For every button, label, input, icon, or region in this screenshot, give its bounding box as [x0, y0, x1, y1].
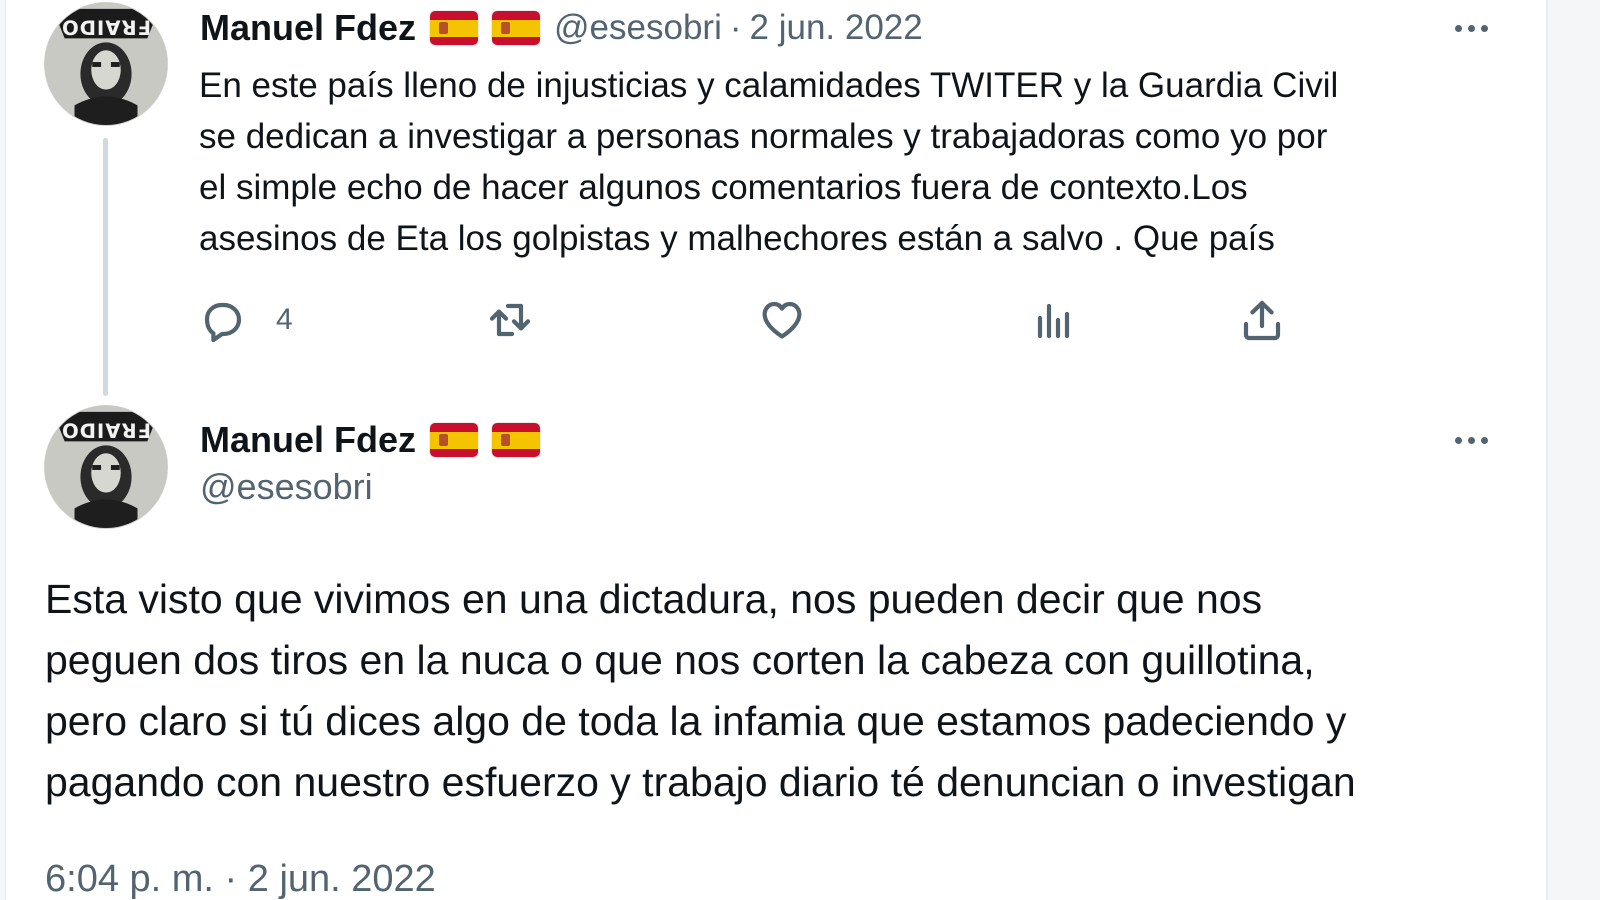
- tweet-action-bar: 4: [198, 296, 1308, 350]
- more-options-button[interactable]: [1446, 425, 1496, 455]
- tweet-timestamp-link[interactable]: 6:04 p. m. · 2 jun. 2022: [45, 858, 436, 900]
- tweet-text-line: asesinos de Eta los golpistas y malhecho…: [199, 219, 1275, 258]
- more-dot: [1454, 24, 1462, 32]
- more-options-button[interactable]: [1446, 13, 1496, 43]
- share-icon: [1243, 300, 1281, 341]
- author-avatar[interactable]: FRAIDO: [44, 2, 168, 126]
- tweet-text-line: se dedican a investigar a personas norma…: [199, 117, 1328, 156]
- spain-flag-icon: [430, 11, 479, 45]
- spain-flag-icon: [492, 11, 541, 45]
- retweet-icon: [489, 303, 531, 337]
- spain-flag-icon: [492, 423, 541, 457]
- tweet-text: En este país lleno de injusticias y cala…: [199, 60, 1338, 264]
- views-button[interactable]: [1030, 296, 1078, 344]
- avatar-lettering: FRAIDO: [61, 419, 151, 442]
- more-dot: [1480, 24, 1488, 32]
- author-handle[interactable]: @esesobri: [554, 8, 722, 48]
- tweet-text-line: En este país lleno de injusticias y cala…: [199, 66, 1339, 105]
- window-right-edge: [1546, 0, 1600, 900]
- author-display-name[interactable]: Manuel Fdez: [200, 419, 416, 461]
- analytics-icon: [1037, 303, 1070, 339]
- author-avatar[interactable]: FRAIDO: [44, 405, 168, 529]
- more-dot: [1454, 436, 1462, 444]
- reply-count: 4: [276, 303, 293, 336]
- tweet-text-line: pagando con nuestro esfuerzo y trabajo d…: [45, 759, 1356, 805]
- reply-icon: [204, 302, 242, 343]
- tweet-text: Esta visto que vivimos en una dictadura,…: [45, 569, 1356, 813]
- window-left-edge: [0, 0, 6, 900]
- tweet-text-line: el simple echo de hacer algunos comentar…: [199, 168, 1248, 207]
- avatar-image: FRAIDO: [45, 3, 167, 125]
- thread-connector-line: [103, 138, 108, 396]
- tweet-header: Manuel Fdez: [200, 419, 541, 461]
- avatar-lettering: FRAIDO: [61, 16, 151, 39]
- more-dot: [1467, 436, 1475, 444]
- retweet-button[interactable]: [486, 296, 534, 344]
- author-handle[interactable]: @esesobri: [200, 466, 373, 508]
- avatar-image: FRAIDO: [45, 406, 167, 528]
- tweet-header: Manuel Fdez @esesobri · 2 jun. 2022: [200, 7, 923, 49]
- heart-icon: [762, 301, 802, 339]
- more-dot: [1467, 24, 1475, 32]
- tweet-date-link[interactable]: 2 jun. 2022: [750, 8, 923, 48]
- header-separator: ·: [729, 8, 742, 47]
- tweet-text-line: peguen dos tiros en la nuca o que nos co…: [45, 637, 1315, 683]
- author-display-name[interactable]: Manuel Fdez: [200, 7, 416, 49]
- more-dot: [1480, 436, 1488, 444]
- tweet-text-line: Esta visto que vivimos en una dictadura,…: [45, 576, 1263, 622]
- like-button[interactable]: [758, 296, 806, 344]
- reply-button[interactable]: 4: [198, 296, 293, 344]
- share-button[interactable]: [1238, 296, 1286, 344]
- spain-flag-icon: [430, 423, 479, 457]
- tweet-text-line: pero claro si tú dices algo de toda la i…: [45, 698, 1347, 744]
